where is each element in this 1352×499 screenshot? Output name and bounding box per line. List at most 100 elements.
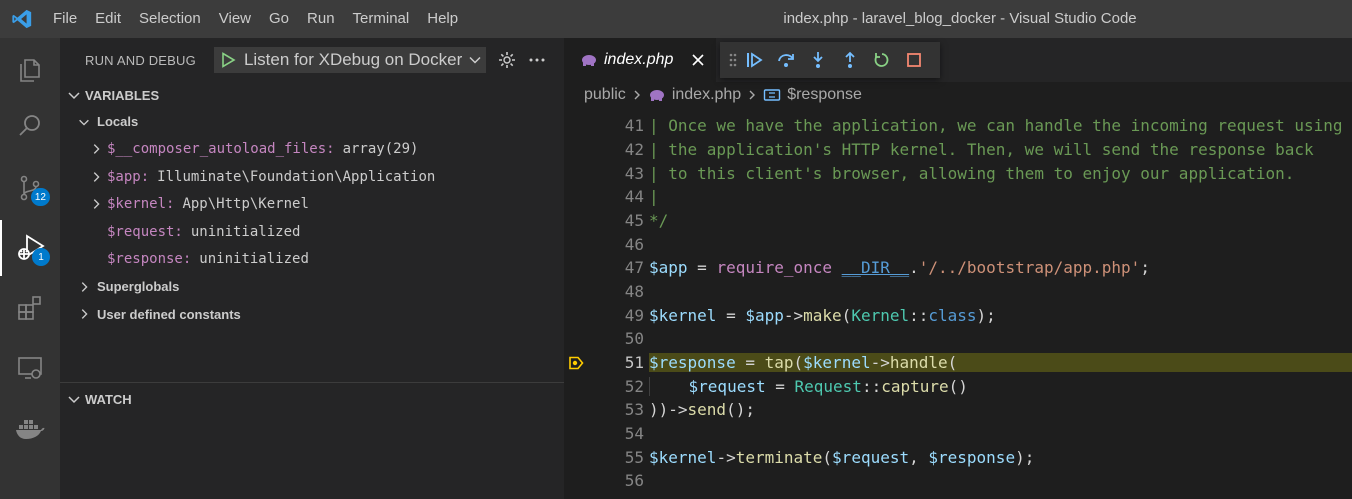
step-into-button[interactable] xyxy=(802,44,834,76)
token: :: xyxy=(909,305,929,325)
token: . xyxy=(909,258,919,278)
restart-button[interactable] xyxy=(866,44,898,76)
more-actions-icon[interactable] xyxy=(528,51,546,69)
step-out-button[interactable] xyxy=(834,44,866,76)
title-bar: File Edit Selection View Go Run Terminal… xyxy=(0,0,1352,38)
close-icon[interactable] xyxy=(691,53,705,67)
gear-icon[interactable] xyxy=(498,51,516,69)
variable-value: Illuminate\Foundation\Application xyxy=(157,168,436,185)
drag-handle-icon[interactable] xyxy=(728,51,738,69)
line-number: 51 xyxy=(624,352,644,372)
token: ( xyxy=(822,447,833,467)
variable-row[interactable]: $__composer_autoload_files: array(29) xyxy=(60,136,564,164)
stop-icon xyxy=(907,53,921,67)
run-debug-icon[interactable]: 1 xyxy=(0,220,60,276)
chevron-right-icon xyxy=(93,171,100,182)
token: = xyxy=(687,258,717,278)
breadcrumb-folder[interactable]: public xyxy=(584,86,626,104)
chevron-right-icon xyxy=(81,281,88,292)
token: ( xyxy=(947,352,958,372)
line-code: $kernel = $app->make(Kernel::class); xyxy=(649,306,996,325)
token: -> xyxy=(870,352,890,372)
step-out-icon xyxy=(845,51,855,68)
variable-row[interactable]: $request: uninitialized xyxy=(60,218,564,246)
menu-view[interactable]: View xyxy=(210,0,260,38)
breakpoint-stopped-icon[interactable] xyxy=(568,355,584,371)
token: ( xyxy=(793,352,804,372)
variable-row[interactable]: $kernel: App\Http\Kernel xyxy=(60,191,564,219)
source-control-icon[interactable]: 12 xyxy=(0,160,60,216)
launch-config-name: Listen for XDebug on Docker xyxy=(243,50,463,69)
breadcrumb-file[interactable]: index.php xyxy=(672,86,741,104)
breadcrumb-symbol[interactable]: $response xyxy=(787,86,862,104)
variable-row[interactable]: $app: Illuminate\Foundation\Application xyxy=(60,163,564,191)
variables-section-header[interactable]: VARIABLES xyxy=(60,82,564,108)
code-line: 50 xyxy=(564,327,1352,351)
user-constants-scope[interactable]: User defined constants xyxy=(60,301,564,329)
line-number: 45 xyxy=(624,210,644,230)
code-line: 42 | the application's HTTP kernel. Then,… xyxy=(564,138,1352,162)
token: $app xyxy=(745,305,784,325)
token: () xyxy=(948,376,968,396)
php-elephant-icon xyxy=(649,90,664,101)
stop-button[interactable] xyxy=(898,44,930,76)
code-editor[interactable]: 41 | Once we have the application, we can… xyxy=(564,114,1352,493)
variable-name: $request: xyxy=(107,223,183,240)
php-elephant-icon xyxy=(582,55,596,66)
editor-area: index.php public index.php $response 41 … xyxy=(564,38,1352,499)
token: Request xyxy=(794,376,862,396)
menu-terminal[interactable]: Terminal xyxy=(344,0,419,38)
token: tap xyxy=(764,352,794,372)
step-over-button[interactable] xyxy=(770,44,802,76)
chevron-down-icon xyxy=(68,396,80,404)
remote-explorer-icon[interactable] xyxy=(0,340,60,396)
token: , xyxy=(909,447,929,467)
variables-title: VARIABLES xyxy=(85,87,160,103)
locals-scope[interactable]: Locals xyxy=(60,108,564,136)
menu-edit[interactable]: Edit xyxy=(86,0,130,38)
token: -> xyxy=(716,447,736,467)
token: terminate xyxy=(735,447,823,467)
token: ; xyxy=(1140,258,1150,278)
chevron-right-icon xyxy=(81,309,88,320)
restart-icon xyxy=(874,53,889,67)
menu-selection[interactable]: Selection xyxy=(130,0,210,38)
line-number: 42 xyxy=(624,139,644,159)
search-icon[interactable] xyxy=(0,98,60,154)
tab-label: index.php xyxy=(604,51,674,68)
menu-go[interactable]: Go xyxy=(260,0,298,38)
token: (); xyxy=(726,400,755,420)
step-over-icon xyxy=(778,54,794,67)
token: $kernel xyxy=(649,305,717,325)
variable-row[interactable]: $response: uninitialized xyxy=(60,246,564,274)
step-into-icon xyxy=(813,52,823,68)
chevron-down-icon xyxy=(79,119,89,126)
watch-section-header[interactable]: WATCH xyxy=(60,383,564,415)
token: $response xyxy=(649,352,736,372)
explorer-icon[interactable] xyxy=(0,42,60,98)
line-number: 53 xyxy=(624,400,644,420)
line-number: 50 xyxy=(624,329,644,349)
menu-bar: File Edit Selection View Go Run Terminal… xyxy=(44,0,467,38)
menu-file[interactable]: File xyxy=(44,0,86,38)
launch-config-select[interactable]: Listen for XDebug on Docker xyxy=(213,47,486,73)
tab-index-php[interactable]: index.php xyxy=(564,38,716,82)
docker-icon[interactable] xyxy=(0,400,60,456)
watch-section: WATCH xyxy=(60,382,564,415)
superglobals-scope[interactable]: Superglobals xyxy=(60,273,564,301)
menu-help[interactable]: Help xyxy=(418,0,467,38)
variable-value: App\Http\Kernel xyxy=(182,196,309,213)
token: $response xyxy=(928,447,1016,467)
window-title: index.php - laravel_blog_docker - Visual… xyxy=(783,10,1137,27)
code-line: 55 $kernel->terminate($request, $response… xyxy=(564,445,1352,469)
line-code: | to this client's browser, allowing the… xyxy=(649,163,1295,183)
start-debugging-icon[interactable] xyxy=(220,52,236,68)
continue-button[interactable] xyxy=(738,44,770,76)
breadcrumb: public index.php $response xyxy=(564,82,1352,108)
line-code: ))->send(); xyxy=(649,400,755,419)
menu-run[interactable]: Run xyxy=(298,0,344,38)
chevron-right-icon xyxy=(749,90,756,100)
extensions-icon[interactable] xyxy=(0,280,60,336)
sidebar-title: RUN AND DEBUG xyxy=(85,52,196,68)
token: $request xyxy=(832,447,910,467)
